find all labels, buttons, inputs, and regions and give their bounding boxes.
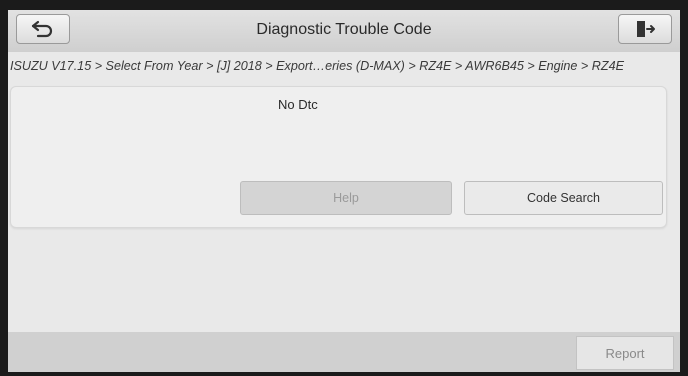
dtc-status-text: No Dtc [278, 97, 318, 112]
page-title: Diagnostic Trouble Code [256, 21, 432, 38]
title-bar: Diagnostic Trouble Code [8, 10, 680, 52]
report-button[interactable]: Report [576, 336, 674, 370]
exit-button[interactable] [618, 14, 672, 44]
dtc-panel: No Dtc Help Code Search [10, 86, 667, 228]
exit-door-icon [637, 21, 655, 37]
code-search-button[interactable]: Code Search [464, 181, 663, 215]
bottom-toolbar: Report [8, 332, 680, 372]
breadcrumb: ISUZU V17.15 > Select From Year > [J] 20… [10, 59, 624, 73]
app-screen: Diagnostic Trouble Code ISUZU V17.15 > S… [8, 10, 680, 372]
help-button[interactable]: Help [240, 181, 452, 215]
